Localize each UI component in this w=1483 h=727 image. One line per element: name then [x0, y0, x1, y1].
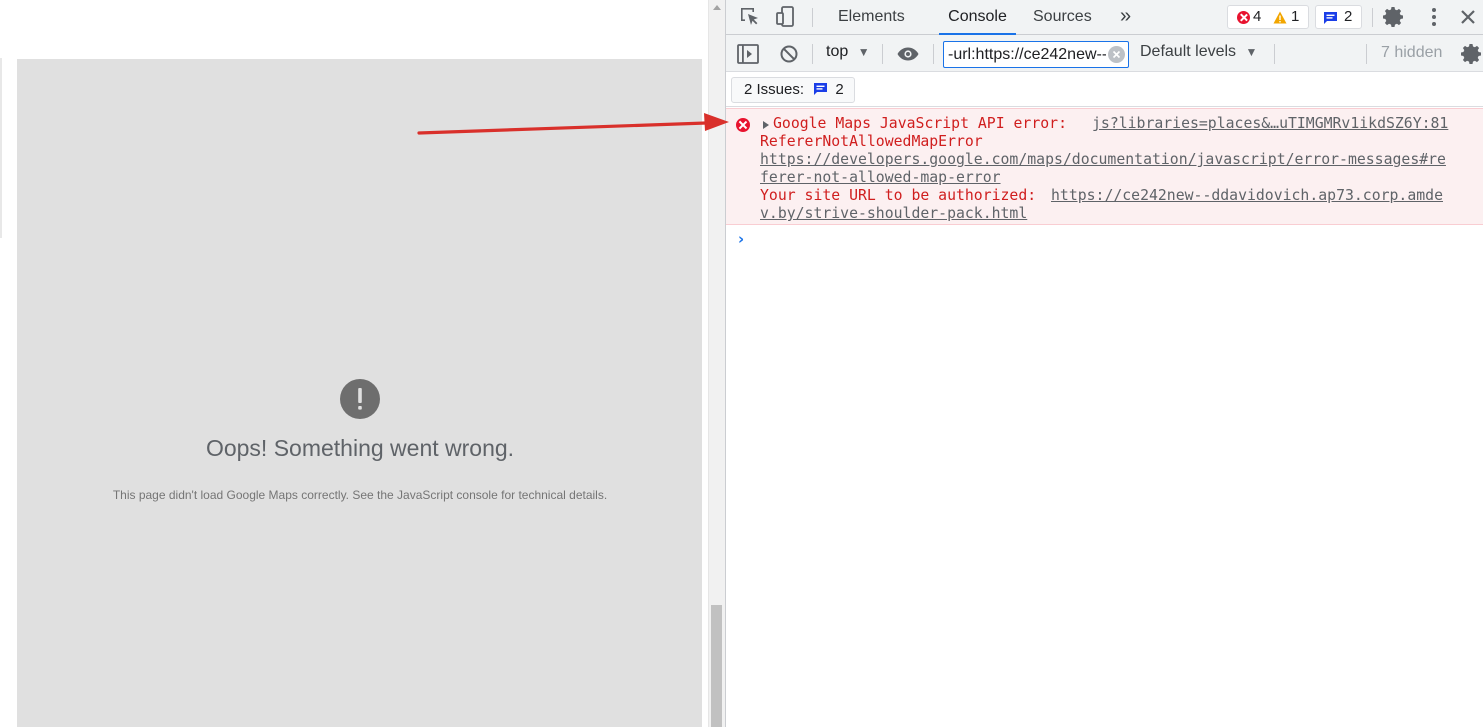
console-prompt-caret[interactable]: ›: [738, 230, 744, 248]
site-url-link[interactable]: https://ce242new--ddavidovich.ap73.corp.…: [1051, 187, 1443, 205]
authorize-label: Your site URL to be authorized:: [760, 187, 1037, 204]
clear-console-icon[interactable]: [777, 42, 801, 66]
page-edge-divider: [0, 58, 2, 238]
more-options-icon[interactable]: [1422, 5, 1446, 29]
message-icon: [1324, 12, 1337, 24]
error-source-link[interactable]: js?libraries=places&…uTIMGMRv1ikdSZ6Y:81: [1092, 115, 1448, 133]
warning-count: 1: [1291, 8, 1300, 25]
context-selector-label: top: [826, 43, 849, 60]
console-settings-gear-icon[interactable]: [1460, 42, 1483, 66]
chevron-down-icon: ▼: [857, 45, 870, 59]
issues-button[interactable]: 2 Issues: 2: [731, 77, 855, 103]
show-sidebar-icon[interactable]: [736, 42, 760, 66]
toolbar-divider: [1274, 44, 1275, 64]
page-scrollbar[interactable]: [708, 0, 725, 727]
toolbar-divider: [1366, 44, 1367, 64]
scrollbar-thumb[interactable]: [711, 605, 722, 727]
error-warning-counter[interactable]: 4 1: [1227, 5, 1309, 29]
more-tabs-icon[interactable]: »: [1118, 0, 1133, 35]
map-error-title: Oops! Something went wrong.: [205, 435, 515, 461]
error-icon: [1237, 11, 1250, 24]
toolbar-divider: [882, 44, 883, 64]
log-levels-dropdown[interactable]: Default levels ▼: [1140, 43, 1257, 61]
tab-sources[interactable]: Sources: [1031, 0, 1094, 35]
settings-gear-icon[interactable]: [1382, 5, 1406, 29]
close-icon[interactable]: [1456, 5, 1480, 29]
issues-bar: 2 Issues: 2: [726, 72, 1483, 107]
issues-count: 2: [1344, 8, 1353, 25]
error-title: Google Maps JavaScript API error:: [773, 115, 1067, 132]
message-icon: [814, 83, 828, 95]
error-count: 4: [1253, 8, 1262, 25]
devtools-panel: Elements Console Sources » 4 1 2 top ▼ -…: [725, 0, 1483, 727]
scroll-up-arrow-icon[interactable]: [713, 5, 721, 10]
error-doc-link-continued[interactable]: ferer-not-allowed-map-error: [760, 169, 1001, 187]
issues-label: 2 Issues:: [744, 81, 805, 98]
issues-button-count: 2: [835, 81, 844, 98]
expand-triangle-icon[interactable]: [763, 121, 769, 129]
warning-icon: [1273, 11, 1287, 24]
context-selector[interactable]: top ▼: [826, 43, 870, 61]
hidden-messages-count: 7 hidden: [1381, 44, 1443, 61]
inspect-element-icon[interactable]: [738, 5, 762, 29]
toolbar-divider: [812, 8, 813, 27]
console-filter-input[interactable]: [943, 41, 1129, 68]
console-error-message: Google Maps JavaScript API error: js?lib…: [726, 108, 1483, 225]
error-icon: [736, 118, 750, 132]
console-toolbar: top ▼ Default levels ▼ 7 hidden: [726, 35, 1483, 72]
live-expression-eye-icon[interactable]: [896, 42, 920, 66]
issues-counter[interactable]: 2: [1315, 5, 1362, 29]
site-url-link-continued[interactable]: v.by/strive-shoulder-pack.html: [760, 205, 1027, 223]
map-error-description: This page didn't load Google Maps correc…: [112, 488, 608, 502]
exclamation-circle-icon: [340, 379, 380, 419]
tab-console[interactable]: Console: [939, 0, 1016, 35]
toolbar-divider: [933, 44, 934, 64]
log-levels-label: Default levels: [1140, 43, 1237, 60]
web-page: Oops! Something went wrong. This page di…: [0, 0, 708, 727]
error-doc-link[interactable]: https://developers.google.com/maps/docum…: [760, 151, 1446, 169]
tab-elements[interactable]: Elements: [836, 0, 907, 35]
devtools-tab-bar: Elements Console Sources » 4 1 2: [726, 0, 1483, 35]
error-code: RefererNotAllowedMapError: [760, 133, 983, 150]
toolbar-divider: [1372, 8, 1373, 27]
toolbar-divider: [812, 44, 813, 64]
device-toolbar-icon[interactable]: [774, 5, 798, 29]
clear-filter-icon[interactable]: [1108, 46, 1125, 63]
chevron-down-icon: ▼: [1245, 45, 1258, 59]
